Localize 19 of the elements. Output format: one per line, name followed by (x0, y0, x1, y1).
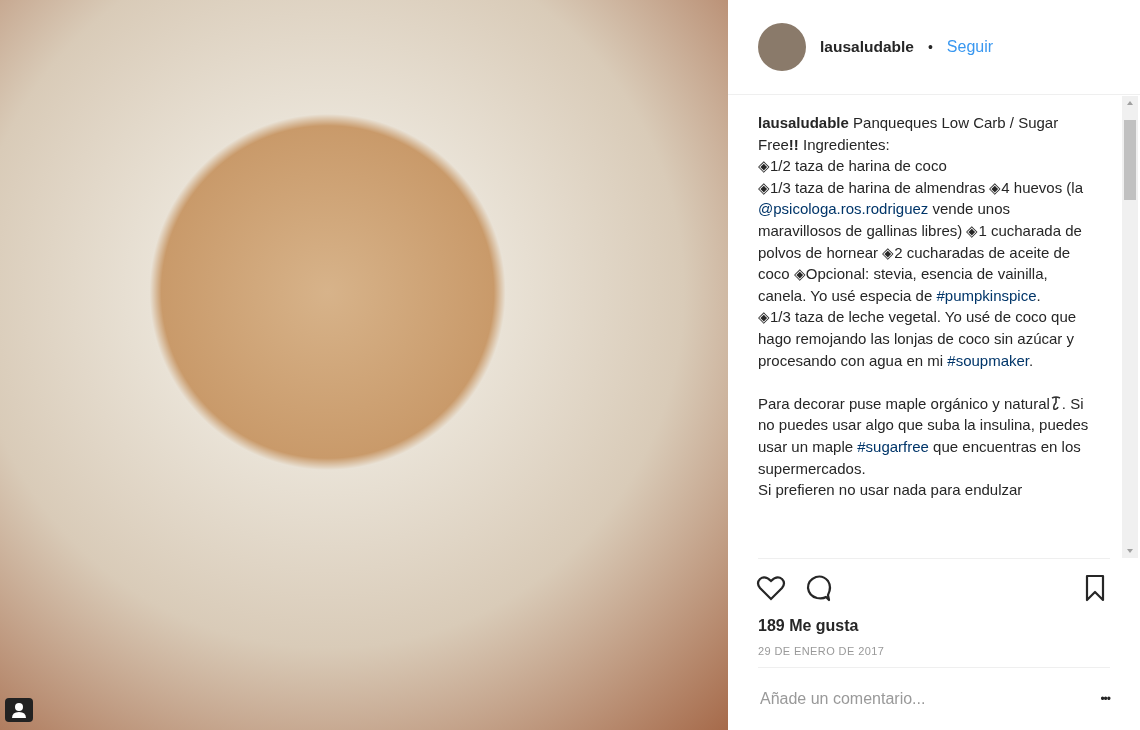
more-options-button[interactable]: ••• (1100, 692, 1110, 706)
scrollbar-thumb[interactable] (1124, 120, 1136, 200)
hashtag-link[interactable]: #soupmaker (947, 351, 1029, 369)
hashtag-link[interactable]: #sugarfree (857, 437, 929, 455)
person-icon[interactable] (5, 698, 33, 722)
username-link[interactable]: lausaludable (820, 38, 914, 56)
post-date: 29 DE ENERO DE 2017 (757, 644, 886, 659)
scrollbar[interactable] (1122, 96, 1138, 558)
hashtag-link[interactable]: #pumpkinspice (936, 286, 1037, 304)
separator-dot: • (927, 39, 933, 55)
avatar[interactable] (758, 23, 806, 71)
heart-icon[interactable] (756, 573, 786, 603)
speech-bubble-icon[interactable] (804, 573, 834, 603)
scroll-down-arrow-icon[interactable] (1125, 548, 1135, 554)
caption-text: lausaludable Panqueques Low Carb / Sugar Free!! Ingredientes: ◈1/2 taza de harina de coco ◈1/3 taza de harina de almendras ◈4 huevos (la @psicologa.ros.rodriguez vende unos maravillosos de gallinas libres) ◈1 cucharada de polvos de hornear ◈2 cucharadas de aceite de coco ◈Opcional: stevia, esencia de vainilla, canela. Yo usé especia de #pumpkinspice. ◈1/3 taza de leche vegetal. Yo usé de coco que hago remojando las lonjas de coco sin azúcar y procesando con agua en mi #soupmaker. Para decorar puse maple orgánico y natural . Si no puedes usar algo que suba la insulina, puedes usar un maple #sugarfree que encuentras en los supermercados. Si prefieren no usar nada para endulzar (757, 113, 1090, 501)
mention-link[interactable]: @psicologa.ros.rodriguez (758, 200, 929, 218)
comment-field[interactable]: Añade un comentario... (758, 689, 1101, 709)
likes-count[interactable]: 189 Me gusta (728, 605, 1140, 635)
scroll-up-arrow-icon[interactable] (1125, 100, 1135, 106)
